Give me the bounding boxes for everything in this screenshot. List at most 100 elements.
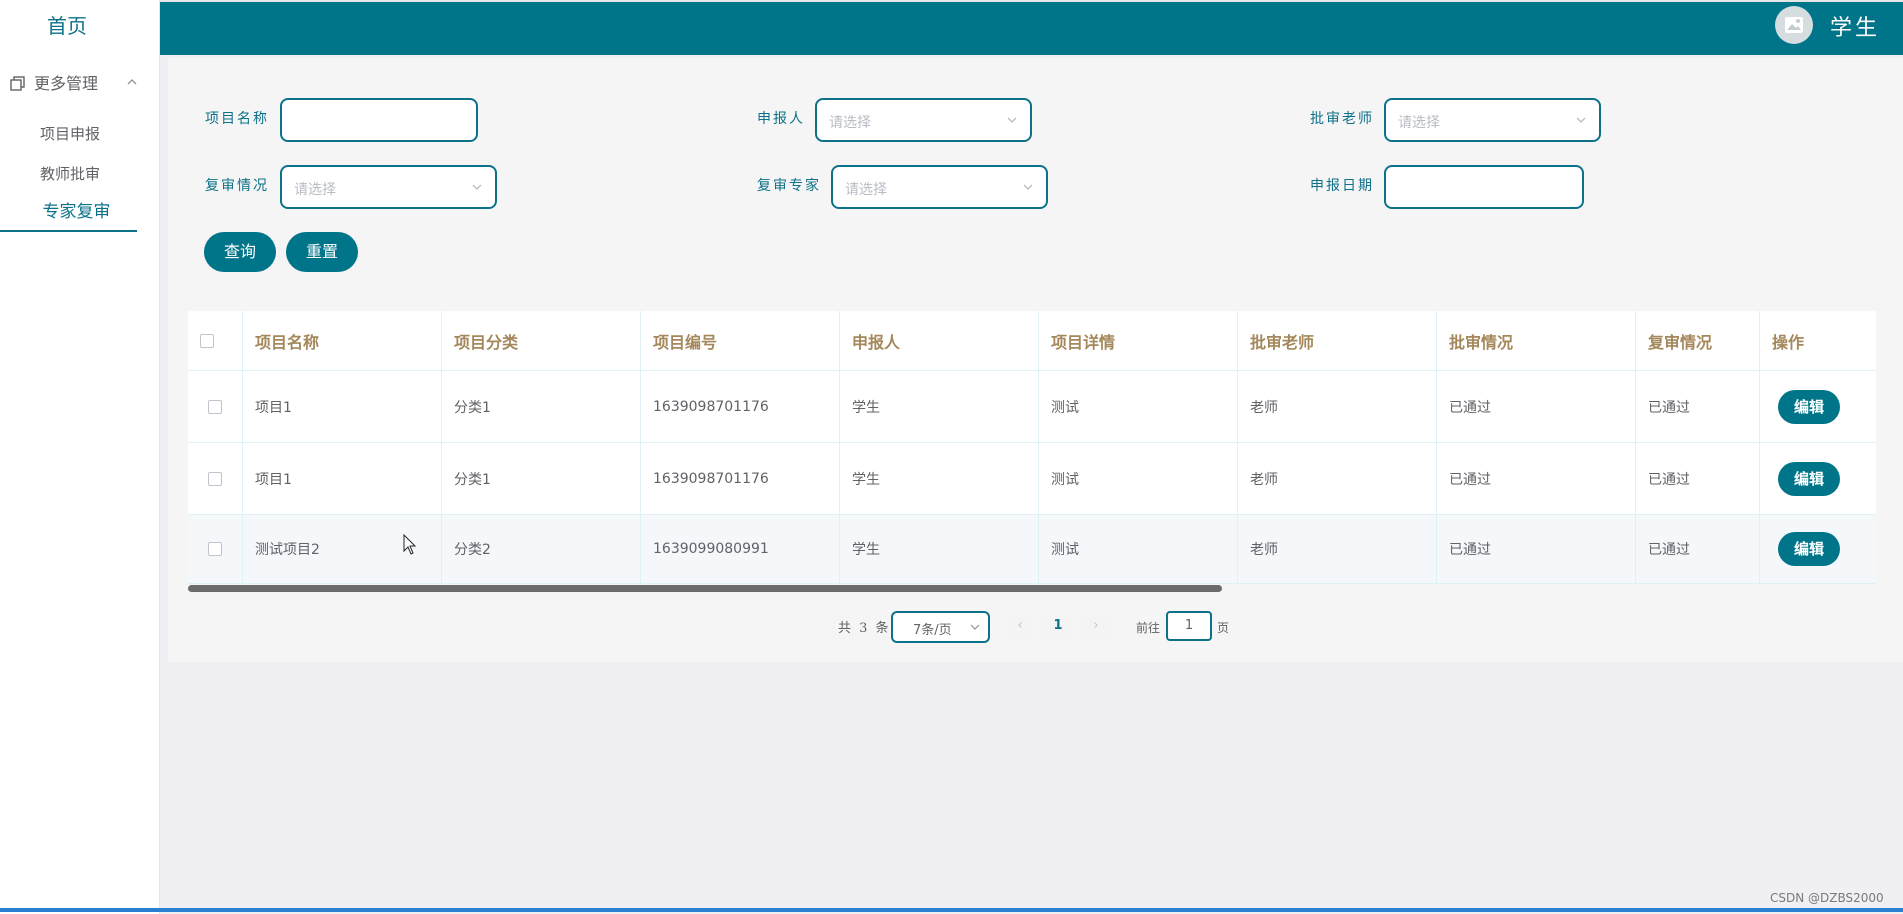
cell-actions: 编辑 (1760, 443, 1876, 515)
column-header[interactable]: 申报人 (840, 311, 1039, 371)
date-label: 申报日期 (1310, 178, 1374, 194)
table-header: 项目名称 项目分类 项目编号 申报人 项目详情 批审老师 批审情况 复审情况 操… (188, 311, 1876, 371)
cell-category: 分类1 (442, 371, 641, 443)
cell-code: 1639099080991 (641, 515, 840, 584)
row-select-cell (188, 515, 243, 584)
column-header[interactable]: 项目编号 (641, 311, 840, 371)
row-checkbox[interactable] (208, 542, 222, 556)
top-bar (160, 0, 1903, 55)
cell-actions: 编辑 (1760, 515, 1876, 584)
chevron-down-icon (970, 624, 980, 630)
next-page-button[interactable]: › (1079, 611, 1113, 641)
bottom-border (0, 908, 1903, 912)
user-name[interactable]: 学生 (1830, 10, 1880, 42)
teacher-label: 批审老师 (1310, 111, 1374, 127)
prev-page-button[interactable]: ‹ (1003, 611, 1037, 641)
cell-applicant: 学生 (840, 515, 1039, 584)
chevron-up-icon (127, 79, 137, 85)
cell-category: 分类1 (442, 443, 641, 515)
page-number-button[interactable]: 1 (1041, 611, 1075, 641)
watermark: CSDN @DZBS2000 (1770, 891, 1884, 905)
table-row: 项目1 分类1 1639098701176 学生 测试 老师 已通过 已通过 编… (188, 443, 1876, 515)
cell-review: 已通过 (1636, 371, 1760, 443)
column-header: 操作 (1760, 311, 1876, 371)
page-unit-label: 页 (1217, 621, 1230, 635)
select-all-checkbox[interactable] (200, 333, 214, 348)
sidebar-item-expert-review[interactable]: 专家复审 (0, 192, 137, 232)
table-horizontal-scrollbar[interactable] (188, 585, 1222, 592)
cell-review: 已通过 (1636, 515, 1760, 584)
cell-teacher: 老师 (1238, 443, 1437, 515)
teacher-select[interactable]: 请选择 (1384, 98, 1601, 142)
row-checkbox[interactable] (208, 471, 222, 486)
expert-label: 复审专家 (757, 178, 821, 194)
cell-approval: 已通过 (1437, 371, 1636, 443)
goto-label: 前往 (1136, 621, 1161, 635)
cell-code: 1639098701176 (641, 371, 840, 443)
cell-actions: 编辑 (1760, 371, 1876, 443)
review-status-select[interactable]: 请选择 (280, 165, 497, 209)
column-header[interactable]: 批审情况 (1437, 311, 1636, 371)
applicant-select[interactable]: 请选择 (815, 98, 1032, 142)
sidebar-group-title: 更多管理 (34, 74, 99, 93)
home-link[interactable]: 首页 (0, 0, 134, 52)
column-header[interactable]: 项目名称 (243, 311, 442, 371)
edit-button[interactable]: 编辑 (1778, 461, 1840, 496)
table-row: 测试项目2 分类2 1639099080991 学生 测试 老师 已通过 已通过… (188, 515, 1876, 584)
data-table: 项目名称 项目分类 项目编号 申报人 项目详情 批审老师 批审情况 复审情况 操… (188, 311, 1876, 584)
row-checkbox[interactable] (208, 399, 222, 414)
row-select-cell (188, 443, 243, 515)
page-size-value: 7条/页 (913, 623, 952, 638)
avatar[interactable] (1775, 6, 1813, 44)
cell-review: 已通过 (1636, 443, 1760, 515)
select-all-cell (188, 311, 243, 371)
reset-button[interactable]: 重置 (286, 232, 358, 272)
cell-teacher: 老师 (1238, 515, 1437, 584)
cell-approval: 已通过 (1437, 515, 1636, 584)
chevron-down-icon (1576, 117, 1586, 123)
cell-teacher: 老师 (1238, 371, 1437, 443)
cell-project-name: 项目1 (243, 443, 442, 515)
cell-applicant: 学生 (840, 443, 1039, 515)
table-row: 项目1 分类1 1639098701176 学生 测试 老师 已通过 已通过 编… (188, 371, 1876, 443)
column-header[interactable]: 项目详情 (1039, 311, 1238, 371)
copy-icon (10, 76, 25, 91)
cell-detail: 测试 (1039, 515, 1238, 584)
cell-code: 1639098701176 (641, 443, 840, 515)
project-name-input[interactable] (280, 98, 478, 142)
cell-detail: 测试 (1039, 371, 1238, 443)
edit-button[interactable]: 编辑 (1778, 532, 1840, 566)
sidebar-group-more-management[interactable]: 更多管理 (0, 62, 160, 106)
chevron-down-icon (472, 184, 482, 190)
sidebar-item-teacher-review[interactable]: 教师批审 (40, 154, 100, 194)
cell-detail: 测试 (1039, 443, 1238, 515)
expert-placeholder: 请选择 (845, 182, 887, 198)
column-header[interactable]: 批审老师 (1238, 311, 1437, 371)
page-size-select[interactable]: 7条/页 (891, 611, 990, 643)
project-name-label: 项目名称 (205, 111, 269, 127)
expert-select[interactable]: 请选择 (831, 165, 1048, 209)
query-button[interactable]: 查询 (204, 232, 276, 272)
applicant-placeholder: 请选择 (829, 115, 871, 131)
cell-applicant: 学生 (840, 371, 1039, 443)
image-icon (1785, 17, 1803, 33)
sidebar: 首页 更多管理 项目申报 教师批审 专家复审 (0, 0, 160, 914)
mouse-cursor-icon (403, 534, 417, 555)
teacher-placeholder: 请选择 (1398, 115, 1440, 131)
cell-category: 分类2 (442, 515, 641, 584)
review-status-label: 复审情况 (205, 178, 269, 194)
review-status-placeholder: 请选择 (294, 182, 336, 198)
applicant-label: 申报人 (757, 111, 805, 127)
sidebar-item-project-apply[interactable]: 项目申报 (40, 114, 100, 154)
column-header[interactable]: 项目分类 (442, 311, 641, 371)
chevron-down-icon (1023, 184, 1033, 190)
edit-button[interactable]: 编辑 (1778, 389, 1840, 424)
date-input[interactable] (1384, 165, 1584, 209)
page-jump-input[interactable]: 1 (1166, 611, 1212, 641)
cell-approval: 已通过 (1437, 443, 1636, 515)
cell-project-name: 项目1 (243, 371, 442, 443)
pagination-total: 共 3 条 (838, 621, 891, 636)
chevron-down-icon (1007, 117, 1017, 123)
row-select-cell (188, 371, 243, 443)
column-header[interactable]: 复审情况 (1636, 311, 1760, 371)
